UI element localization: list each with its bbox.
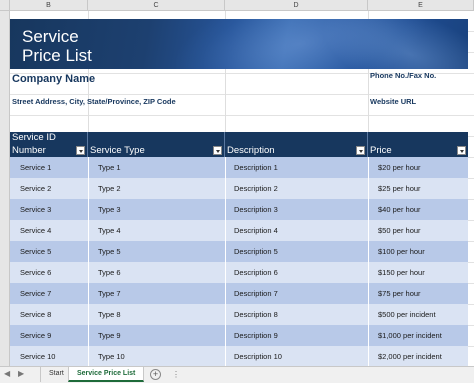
table-header-row: Service ID Number Service Type Descripti… <box>10 132 468 157</box>
cell-description[interactable]: Description 5 <box>234 241 278 262</box>
cell-price[interactable]: $150 per hour <box>378 262 425 283</box>
cell-service-type[interactable]: Type 10 <box>98 346 125 367</box>
header-service-type: Service Type <box>88 132 225 157</box>
header-service-id: Service ID Number <box>10 132 88 157</box>
column-header-b[interactable]: B <box>10 0 88 11</box>
cell-service-type[interactable]: Type 3 <box>98 199 121 220</box>
cell-description[interactable]: Description 2 <box>234 178 278 199</box>
cell-service-id[interactable]: Service 5 <box>20 241 51 262</box>
more-options-icon[interactable]: ⋮ <box>172 370 180 379</box>
cell-price[interactable]: $100 per hour <box>378 241 425 262</box>
cell-price[interactable]: $20 per hour <box>378 157 421 178</box>
cell-description[interactable]: Description 4 <box>234 220 278 241</box>
cell-service-id[interactable]: Service 1 <box>20 157 51 178</box>
column-headers: B C D E <box>0 0 474 11</box>
filter-dropdown-icon[interactable] <box>457 146 466 155</box>
company-name[interactable]: Company Name <box>12 73 95 85</box>
column-header-e[interactable]: E <box>368 0 474 11</box>
cell-service-id[interactable]: Service 9 <box>20 325 51 346</box>
cell-description[interactable]: Description 9 <box>234 325 278 346</box>
sheet-tabs-bar: ◀ ▶ Start Service Price List + ⋮ <box>0 366 474 383</box>
table-row[interactable]: Service 8 Type 8 Description 8 $500 per … <box>10 304 468 325</box>
filter-dropdown-icon[interactable] <box>76 146 85 155</box>
scroll-tabs-right-icon[interactable]: ▶ <box>18 369 24 378</box>
header-description: Description <box>225 132 368 157</box>
column-header-d[interactable]: D <box>225 0 368 11</box>
cell-description[interactable]: Description 10 <box>234 346 282 367</box>
cell-service-type[interactable]: Type 6 <box>98 262 121 283</box>
cell-description[interactable]: Description 8 <box>234 304 278 325</box>
add-sheet-icon[interactable]: + <box>150 369 161 380</box>
address-info: Street Address, City, State/Province, ZI… <box>10 96 468 110</box>
table-row[interactable]: Service 5 Type 5 Description 5 $100 per … <box>10 241 468 262</box>
cell-price[interactable]: $75 per hour <box>378 283 421 304</box>
cell-service-id[interactable]: Service 7 <box>20 283 51 304</box>
header-price: Price <box>368 132 468 157</box>
cell-service-type[interactable]: Type 7 <box>98 283 121 304</box>
scroll-tabs-left-icon[interactable]: ◀ <box>4 369 10 378</box>
table-row[interactable]: Service 7 Type 7 Description 7 $75 per h… <box>10 283 468 304</box>
cell-service-type[interactable]: Type 4 <box>98 220 121 241</box>
tab-service-price-list[interactable]: Service Price List <box>68 367 145 382</box>
table-row[interactable]: Service 6 Type 6 Description 6 $150 per … <box>10 262 468 283</box>
cell-price[interactable]: $1,000 per incident <box>378 325 442 346</box>
cell-description[interactable]: Description 6 <box>234 262 278 283</box>
cell-price[interactable]: $50 per hour <box>378 220 421 241</box>
table-row[interactable]: Service 1 Type 1 Description 1 $20 per h… <box>10 157 468 178</box>
cell-service-id[interactable]: Service 4 <box>20 220 51 241</box>
company-info: Company Name Phone No./Fax No. <box>10 70 468 92</box>
cell-service-id[interactable]: Service 3 <box>20 199 51 220</box>
table-row[interactable]: Service 10 Type 10 Description 10 $2,000… <box>10 346 468 367</box>
cell-service-type[interactable]: Type 5 <box>98 241 121 262</box>
service-price-table: Service ID Number Service Type Descripti… <box>10 132 468 367</box>
cell-price[interactable]: $25 per hour <box>378 178 421 199</box>
cell-description[interactable]: Description 3 <box>234 199 278 220</box>
title-banner: Service Price List <box>10 19 468 69</box>
cell-price[interactable]: $40 per hour <box>378 199 421 220</box>
column-header-c[interactable]: C <box>88 0 225 11</box>
table-row[interactable]: Service 9 Type 9 Description 9 $1,000 pe… <box>10 325 468 346</box>
select-all-corner[interactable] <box>0 0 10 11</box>
cell-service-id[interactable]: Service 2 <box>20 178 51 199</box>
cell-service-type[interactable]: Type 8 <box>98 304 121 325</box>
cell-price[interactable]: $500 per incident <box>378 304 436 325</box>
phone-fax[interactable]: Phone No./Fax No. <box>370 71 436 80</box>
filter-dropdown-icon[interactable] <box>356 146 365 155</box>
table-row[interactable]: Service 2 Type 2 Description 2 $25 per h… <box>10 178 468 199</box>
cell-service-id[interactable]: Service 10 <box>20 346 55 367</box>
cell-description[interactable]: Description 1 <box>234 157 278 178</box>
row-headers[interactable] <box>0 11 10 366</box>
cell-service-id[interactable]: Service 6 <box>20 262 51 283</box>
table-row[interactable]: Service 4 Type 4 Description 4 $50 per h… <box>10 220 468 241</box>
cell-description[interactable]: Description 7 <box>234 283 278 304</box>
table-row[interactable]: Service 3 Type 3 Description 3 $40 per h… <box>10 199 468 220</box>
cell-service-type[interactable]: Type 1 <box>98 157 121 178</box>
filter-dropdown-icon[interactable] <box>213 146 222 155</box>
cell-service-type[interactable]: Type 9 <box>98 325 121 346</box>
street-address[interactable]: Street Address, City, State/Province, ZI… <box>12 97 176 106</box>
page-title: Service Price List <box>22 27 92 65</box>
cell-price[interactable]: $2,000 per incident <box>378 346 442 367</box>
website-url[interactable]: Website URL <box>370 97 416 106</box>
cell-service-type[interactable]: Type 2 <box>98 178 121 199</box>
cell-service-id[interactable]: Service 8 <box>20 304 51 325</box>
